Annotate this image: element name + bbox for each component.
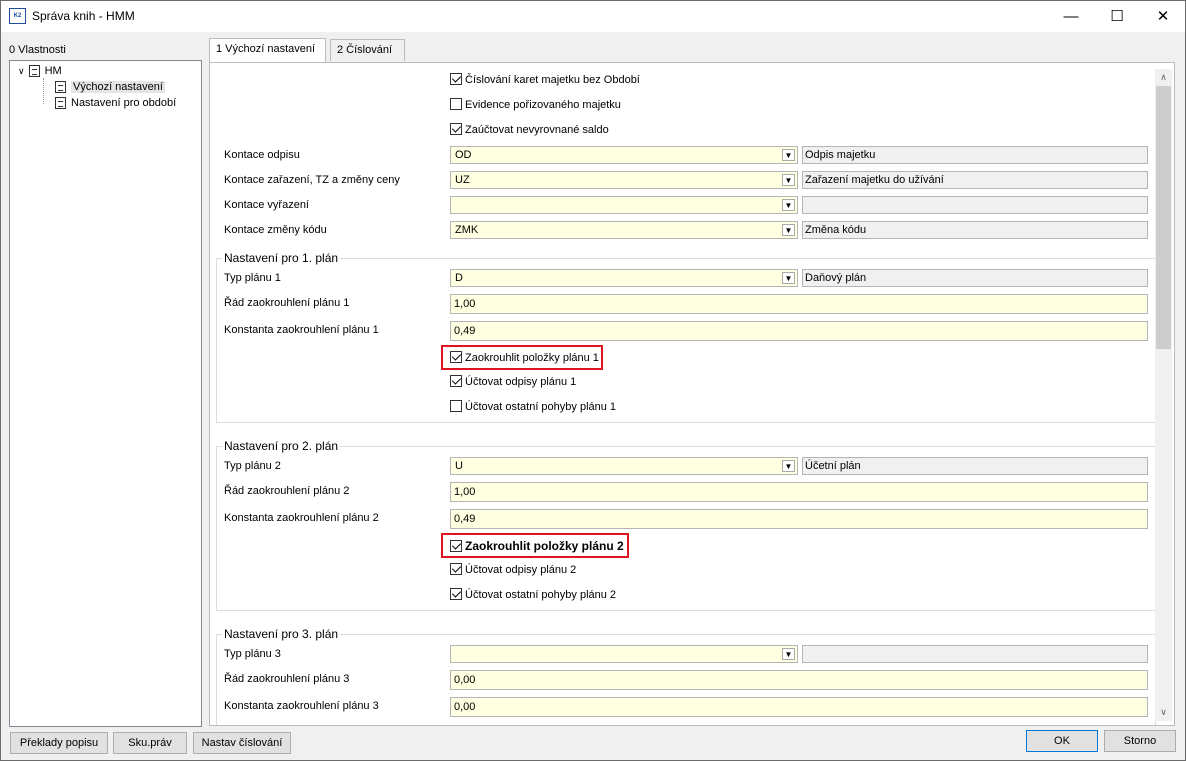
tab-vlastnosti[interactable]: 0 Vlastnosti — [9, 44, 66, 56]
storno-button[interactable]: Storno — [1104, 730, 1176, 752]
checkbox-checked-icon[interactable] — [450, 123, 462, 135]
row-rad-planu-3: Řád zaokrouhlení plánu 3 0,00 — [210, 668, 1174, 690]
group-title-plan-1: Nastavení pro 1. plán — [222, 251, 341, 265]
checkbox-checked-icon[interactable] — [450, 588, 462, 600]
checkbox-checked-icon[interactable] — [450, 540, 462, 552]
group-title-plan-3: Nastavení pro 3. plán — [222, 627, 341, 641]
dropdown-arrow-icon[interactable]: ▼ — [782, 648, 795, 660]
row-typ-planu-3: Typ plánu 3 ▼ — [210, 643, 1174, 665]
checkbox-unchecked-icon[interactable] — [450, 400, 462, 412]
combo-kontace-zmeny[interactable]: ZMK ▼ — [450, 221, 798, 239]
input-konst-planu-3[interactable]: 0,00 — [450, 697, 1148, 717]
dropdown-arrow-icon[interactable]: ▼ — [782, 224, 795, 236]
input-rad-planu-1[interactable]: 1,00 — [450, 294, 1148, 314]
input-rad-planu-3[interactable]: 0,00 — [450, 670, 1148, 690]
checkbox-cislovani[interactable]: Číslování karet majetku bez Období — [450, 71, 640, 89]
row-kontace-zarazeni: Kontace zařazení, TZ a změny ceny UZ ▼ Za… — [210, 169, 1174, 191]
tree-node-hm[interactable]: ∨ HM — [18, 65, 62, 78]
dropdown-arrow-icon[interactable]: ▼ — [782, 272, 795, 284]
row-kontace-zmeny: Kontace změny kódu ZMK ▼ Změna kódu — [210, 219, 1174, 241]
app-icon: K2 — [9, 8, 26, 24]
preklady-popisu-button[interactable]: Překlady popisu — [10, 732, 108, 754]
combo-kontace-zarazeni[interactable]: UZ ▼ — [450, 171, 798, 189]
vertical-scrollbar[interactable]: ∧ ∨ — [1155, 69, 1172, 721]
dropdown-arrow-icon[interactable]: ▼ — [782, 199, 795, 211]
settings-panel: Číslování karet majetku bez Období Evide… — [209, 62, 1175, 726]
combo-typ-planu-3[interactable]: ▼ — [450, 645, 798, 663]
checkbox-ostatni-2[interactable]: Účtovat ostatní pohyby plánu 2 — [450, 586, 616, 604]
dropdown-arrow-icon[interactable]: ▼ — [782, 174, 795, 186]
group-title-plan-2: Nastavení pro 2. plán — [222, 439, 341, 453]
desc-kontace-zmeny: Změna kódu — [802, 221, 1148, 239]
window-title: Správa knih - HMM — [32, 9, 135, 23]
input-konst-planu-2[interactable]: 0,49 — [450, 509, 1148, 529]
scrollbar-thumb[interactable] — [1156, 86, 1171, 349]
checkbox-zaokrouhlit-2[interactable]: Zaokrouhlit položky plánu 2 — [450, 537, 624, 555]
row-rad-planu-1: Řád zaokrouhlení plánu 1 1,00 — [210, 292, 1174, 314]
desc-kontace-vyrazeni — [802, 196, 1148, 214]
ok-button[interactable]: OK — [1026, 730, 1098, 752]
checkbox-checked-icon[interactable] — [450, 351, 462, 363]
window: K2 Správa knih - HMM — ☐ ✕ 0 Vlastnosti … — [0, 0, 1186, 761]
tree-node-label: Nastavení pro období — [71, 97, 177, 109]
title-bar: K2 Správa knih - HMM — ☐ ✕ — [1, 1, 1185, 32]
row-konst-planu-3: Konstanta zaokrouhlení plánu 3 0,00 — [210, 695, 1174, 717]
tree-view[interactable]: ∨ HM Výchozí nastavení Nastavení pro obdo… — [9, 60, 202, 727]
tree-node-label: Výchozí nastavení — [71, 81, 165, 93]
tab-vychozi-nastaveni[interactable]: 1 Výchozí nastavení — [209, 38, 326, 62]
checkbox-odpisy-2[interactable]: Účtovat odpisy plánu 2 — [450, 561, 576, 579]
tree-line — [43, 78, 44, 104]
maximize-icon[interactable]: ☐ — [1094, 1, 1140, 32]
sku-prav-button[interactable]: Sku.práv — [113, 732, 187, 754]
input-konst-planu-1[interactable]: 0,49 — [450, 321, 1148, 341]
tab-cislovani[interactable]: 2 Číslování — [330, 39, 405, 61]
row-kontace-vyrazeni: Kontace vyřazení ▼ — [210, 194, 1174, 216]
chevron-down-icon[interactable]: ∨ — [18, 66, 25, 76]
chevron-down-icon[interactable]: ∨ — [1155, 704, 1172, 721]
document-icon — [55, 81, 66, 94]
desc-kontace-odpisu: Odpis majetku — [802, 146, 1148, 164]
documents-icon — [55, 97, 66, 110]
row-kontace-odpisu: Kontace odpisu OD ▼ Odpis majetku — [210, 144, 1174, 166]
combo-typ-planu-1[interactable]: D ▼ — [450, 269, 798, 287]
tree-node-label: HM — [44, 65, 62, 77]
desc-typ-planu-1: Daňový plán — [802, 269, 1148, 287]
row-typ-planu-1: Typ plánu 1 D ▼ Daňový plán — [210, 267, 1174, 289]
checkbox-checked-icon[interactable] — [450, 375, 462, 387]
dropdown-arrow-icon[interactable]: ▼ — [782, 460, 795, 472]
row-konst-planu-2: Konstanta zaokrouhlení plánu 2 0,49 — [210, 507, 1174, 529]
checkbox-evidence[interactable]: Evidence pořizovaného majetku — [450, 96, 621, 114]
row-konst-planu-1: Konstanta zaokrouhlení plánu 1 0,49 — [210, 319, 1174, 341]
nastav-cislovani-button[interactable]: Nastav číslování — [193, 732, 291, 754]
document-icon — [28, 65, 40, 78]
tree-node-vychozi[interactable]: Výchozí nastavení — [55, 81, 165, 94]
desc-typ-planu-2: Účetní plán — [802, 457, 1148, 475]
checkbox-ostatni-1[interactable]: Účtovat ostatní pohyby plánu 1 — [450, 398, 616, 416]
checkbox-zaokrouhlit-1[interactable]: Zaokrouhlit položky plánu 1 — [450, 349, 599, 367]
checkbox-unchecked-icon[interactable] — [450, 98, 462, 110]
minimize-icon[interactable]: — — [1048, 1, 1094, 32]
checkbox-checked-icon[interactable] — [450, 73, 462, 85]
combo-kontace-odpisu[interactable]: OD ▼ — [450, 146, 798, 164]
combo-kontace-vyrazeni[interactable]: ▼ — [450, 196, 798, 214]
input-rad-planu-2[interactable]: 1,00 — [450, 482, 1148, 502]
close-icon[interactable]: ✕ — [1140, 1, 1186, 32]
checkbox-checked-icon[interactable] — [450, 563, 462, 575]
desc-kontace-zarazeni: Zařazení majetku do užívání — [802, 171, 1148, 189]
checkbox-zauctovat[interactable]: Zaúčtovat nevyrovnané saldo — [450, 121, 609, 139]
desc-typ-planu-3 — [802, 645, 1148, 663]
row-rad-planu-2: Řád zaokrouhlení plánu 2 1,00 — [210, 480, 1174, 502]
tree-node-obdobi[interactable]: Nastavení pro období — [55, 97, 177, 110]
row-typ-planu-2: Typ plánu 2 U ▼ Účetní plán — [210, 455, 1174, 477]
chevron-up-icon[interactable]: ∧ — [1155, 69, 1172, 86]
combo-typ-planu-2[interactable]: U ▼ — [450, 457, 798, 475]
dropdown-arrow-icon[interactable]: ▼ — [782, 149, 795, 161]
checkbox-odpisy-1[interactable]: Účtovat odpisy plánu 1 — [450, 373, 576, 391]
